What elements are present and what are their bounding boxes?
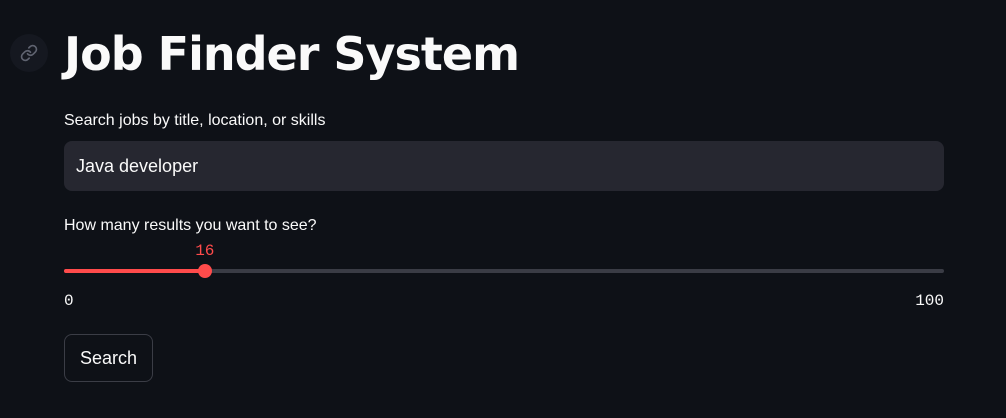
results-slider-label: How many results you want to see? — [64, 217, 317, 234]
slider-max-label: 100 — [915, 292, 944, 310]
slider-thumb[interactable] — [197, 264, 212, 278]
slider-fill — [64, 269, 205, 273]
header-anchor-link[interactable] — [10, 34, 48, 72]
search-button[interactable]: Search — [64, 334, 153, 382]
search-label: Search jobs by title, location, or skill… — [64, 112, 326, 129]
link-icon — [20, 44, 38, 62]
app-container: Job Finder System Search jobs by title, … — [0, 0, 1006, 418]
page-title: Job Finder System — [64, 27, 520, 81]
slider-value-label: 16 — [195, 242, 215, 260]
results-slider[interactable]: 16 — [64, 240, 944, 290]
slider-track[interactable] — [64, 269, 944, 273]
slider-min-label: 0 — [64, 292, 74, 310]
search-input[interactable] — [64, 141, 944, 191]
